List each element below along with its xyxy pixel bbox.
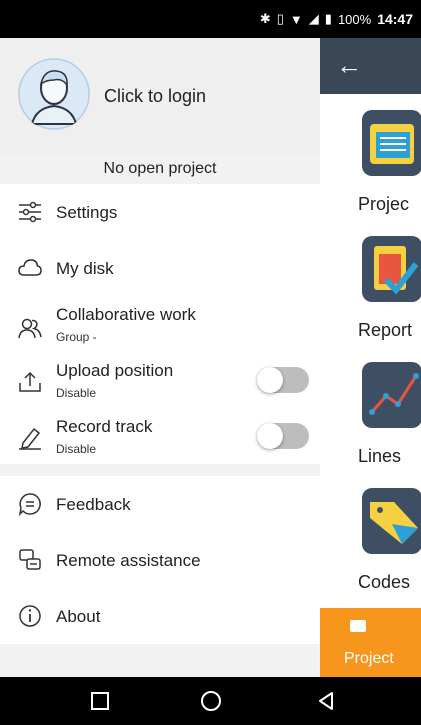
settings-label: Settings — [56, 203, 118, 222]
codes-tile-label: Codes — [358, 572, 411, 592]
about-label: About — [56, 607, 101, 626]
remote-assistance-item[interactable]: Remote assistance — [0, 532, 320, 588]
bluetooth-icon: ✱ — [259, 11, 271, 26]
settings-item[interactable]: Settings — [0, 184, 320, 240]
drawer-header[interactable]: Click to login — [0, 38, 320, 154]
project-status: No open project — [0, 154, 320, 184]
pen-icon — [19, 427, 41, 450]
about-item[interactable]: About — [0, 588, 320, 644]
collaborative-work-sub: Group - — [56, 330, 97, 344]
login-label[interactable]: Click to login — [104, 86, 206, 107]
folder-icon — [350, 620, 366, 632]
avatar-icon[interactable] — [18, 58, 90, 130]
codes-tile[interactable] — [362, 488, 421, 554]
home-icon[interactable] — [199, 689, 223, 713]
clipboard-check-icon — [374, 246, 419, 295]
wifi-icon: ▼ — [289, 11, 303, 27]
record-track-label: Record track — [56, 417, 153, 436]
lines-tile-label: Lines — [358, 446, 402, 466]
chat-icon — [18, 493, 41, 516]
bottom-tab-label: Project — [344, 650, 394, 667]
cloud-icon — [18, 259, 42, 276]
back-arrow-icon[interactable]: ← — [336, 50, 362, 81]
toggle-knob — [257, 367, 283, 393]
record-track-sub: Disable — [56, 442, 97, 456]
settings-sliders-icon — [19, 201, 41, 223]
tag-icon — [370, 502, 418, 544]
record-track-toggle[interactable] — [257, 423, 309, 449]
feedback-label: Feedback — [56, 495, 131, 514]
info-icon — [19, 605, 41, 627]
people-icon — [18, 318, 42, 339]
clock: 14:47 — [377, 11, 413, 27]
report-tile[interactable] — [362, 236, 421, 302]
my-disk-item[interactable]: My disk — [0, 240, 320, 296]
drawer-menu-main: Settings My disk Collaborative work Grou… — [0, 184, 320, 464]
bottom-tab-project[interactable]: Project — [320, 608, 421, 677]
upload-position-toggle[interactable] — [257, 367, 309, 393]
record-track-item[interactable]: Record track Disable — [0, 408, 320, 464]
status-bar: ✱ ▯ ▼ ◢ ▮ 100% 14:47 — [0, 0, 421, 38]
user-silhouette-icon — [18, 58, 90, 130]
upload-icon — [19, 371, 41, 392]
feedback-item[interactable]: Feedback — [0, 476, 320, 532]
upload-position-item[interactable]: Upload position Disable — [0, 352, 320, 408]
signal-icon: ◢ — [308, 11, 319, 26]
background-app: ← Projec Report Lines Codes Project — [320, 38, 421, 677]
my-disk-label: My disk — [56, 259, 114, 278]
vibrate-icon: ▯ — [276, 11, 284, 26]
battery-percent: 100% — [337, 11, 372, 27]
upload-position-sub: Disable — [56, 386, 97, 400]
recent-apps-icon[interactable] — [88, 689, 112, 713]
toggle-knob — [257, 423, 283, 449]
drawer-menu-support: Feedback Remote assistance About — [0, 476, 320, 644]
project-tile-label: Projec — [358, 194, 410, 214]
navigation-drawer: Click to login No open project Settings … — [0, 38, 320, 677]
upload-position-label: Upload position — [56, 361, 174, 380]
back-icon[interactable] — [314, 689, 338, 713]
lines-tile[interactable] — [362, 362, 421, 428]
collaborative-work-label: Collaborative work — [56, 305, 196, 324]
remote-icon — [19, 549, 41, 570]
report-tile-label: Report — [358, 320, 413, 340]
line-graph-icon — [369, 373, 419, 415]
collaborative-work-item[interactable]: Collaborative work Group - — [0, 296, 320, 352]
system-nav-bar — [0, 677, 421, 725]
battery-icon: ▮ — [324, 11, 332, 26]
project-tile[interactable] — [362, 110, 421, 176]
notebook-icon — [370, 124, 414, 164]
remote-assistance-label: Remote assistance — [56, 551, 201, 570]
